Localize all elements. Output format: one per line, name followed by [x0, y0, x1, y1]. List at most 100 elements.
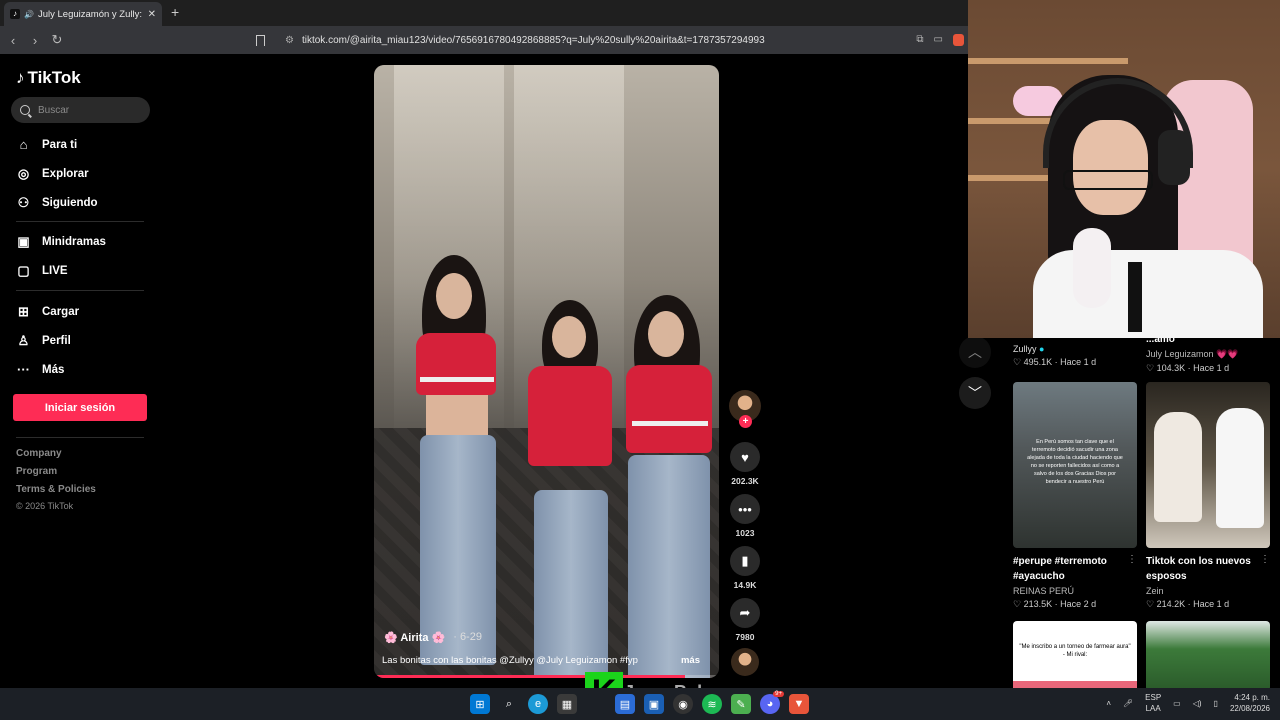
- like-button[interactable]: ♥ 202.3K: [728, 442, 762, 486]
- browser-toolbar: ‹ › ↻ ⚙ tiktok.com/@airita_miau123/video…: [0, 26, 968, 54]
- translate-icon[interactable]: ⧉: [916, 34, 923, 46]
- browser-tab[interactable]: ♪ 🔊 July Leguizamón y Zully: las b ✕: [4, 2, 162, 26]
- forward-icon[interactable]: ›: [24, 33, 46, 48]
- tab-title: July Leguizamón y Zully: las b: [37, 8, 144, 20]
- site-info-icon[interactable]: ⚙: [285, 35, 294, 46]
- footer-terms-link[interactable]: Terms & Policies: [16, 484, 96, 495]
- more-caption-button[interactable]: más: [681, 655, 700, 666]
- creator-avatar-button[interactable]: +: [728, 390, 762, 428]
- tiktok-logo[interactable]: ♪ TikTok: [16, 68, 81, 88]
- network-icon[interactable]: ▭: [1173, 699, 1181, 708]
- speaker-icon[interactable]: 🔊: [24, 10, 34, 19]
- files-icon[interactable]: ▤: [615, 694, 635, 714]
- system-tray: ˄ 🎤︎ ESP LAA ▭ ◁) ▯ 4:24 p. m. 22/08/202…: [1106, 692, 1270, 714]
- nav-siguiendo[interactable]: ⚇ Siguiendo: [16, 195, 98, 211]
- comment-icon[interactable]: •••: [730, 494, 760, 524]
- app-icon[interactable]: ▣: [644, 694, 664, 714]
- bride-figure: [1154, 412, 1202, 522]
- brave-icon[interactable]: ▼: [789, 694, 809, 714]
- rec-title: ...amo: [1146, 338, 1175, 345]
- upload-icon: ⊞: [18, 304, 29, 319]
- nav-cargar[interactable]: ⊞ Cargar: [16, 304, 79, 320]
- video-progress-bar[interactable]: [374, 675, 719, 678]
- heart-icon[interactable]: ♥: [730, 442, 760, 472]
- like-count: 202.3K: [731, 476, 759, 486]
- headset-earcup: [1158, 130, 1190, 185]
- url-text[interactable]: tiktok.com/@airita_miau123/video/7656916…: [302, 35, 765, 46]
- back-icon[interactable]: ‹: [2, 33, 24, 48]
- comment-button[interactable]: ••• 1023: [728, 494, 762, 538]
- rec-title: Tiktok con los nuevos esposos: [1146, 556, 1251, 582]
- shelf: [968, 58, 1128, 64]
- nav-perfil[interactable]: ♙ Perfil: [16, 333, 71, 349]
- volume-icon[interactable]: ◁): [1193, 699, 1202, 708]
- footer-company-link[interactable]: Company: [16, 448, 62, 459]
- nav-para-ti[interactable]: ⌂ Para ti: [16, 137, 78, 152]
- mic-icon[interactable]: 🎤︎: [1123, 699, 1133, 708]
- follow-plus-icon[interactable]: +: [739, 415, 752, 428]
- following-icon: ⚇: [17, 195, 30, 210]
- scroll-down-button[interactable]: ﹀: [959, 377, 991, 409]
- clock[interactable]: 4:24 p. m. 22/08/2026: [1230, 692, 1270, 714]
- sound-avatar[interactable]: [728, 648, 762, 676]
- rec-top-right[interactable]: ...amo July Leguizamon 💗💗 ♡ 104.3K · Hac…: [1146, 338, 1270, 374]
- cast-icon[interactable]: ▭: [934, 34, 943, 46]
- clock-date: 22/08/2026: [1229, 704, 1270, 713]
- windows-taskbar: ⊞ ⌕ e ▦ ▤ ▣ ◉ ≋ ✎ ◕ 9+ ▼ ˄ 🎤︎ ESP LAA ▭ …: [0, 688, 1280, 720]
- notes-icon[interactable]: ✎: [731, 694, 751, 714]
- bookmark-icon[interactable]: [256, 34, 265, 46]
- more-icon: ···: [17, 362, 30, 377]
- more-options-icon[interactable]: ⋮: [1260, 554, 1270, 565]
- store-icon[interactable]: ▦: [557, 694, 577, 714]
- video-caption[interactable]: Las bonitas con las bonitas @Zullyy @Jul…: [382, 655, 638, 666]
- rec-top-left[interactable]: Zullyy ● ♡ 495.1K · Hace 1 d: [1013, 344, 1137, 368]
- save-button[interactable]: ▮ 14.9K: [728, 546, 762, 590]
- rec-author: REINAS PERÚ: [1013, 586, 1075, 596]
- rec-thumbnail[interactable]: [1146, 382, 1270, 548]
- nav-mas[interactable]: ··· Más: [16, 362, 64, 377]
- rec-card-1[interactable]: En Perú somos tan clave que el terremoto…: [1013, 382, 1137, 610]
- nav-live[interactable]: ▢ LIVE: [16, 263, 67, 279]
- rec-card-3[interactable]: "Me inscribo a un torneo de farmear aura…: [1013, 621, 1137, 688]
- bookmark-icon[interactable]: ▮: [730, 546, 760, 576]
- spotify-icon[interactable]: ≋: [702, 694, 722, 714]
- tab-close-button[interactable]: ✕: [148, 9, 156, 20]
- battery-icon[interactable]: ▯: [1214, 699, 1218, 708]
- login-button[interactable]: Iniciar sesión: [13, 394, 147, 421]
- share-button[interactable]: ➦ 7980: [728, 598, 762, 642]
- share-icon[interactable]: ➦: [730, 598, 760, 628]
- video-player[interactable]: 🌸 Airita 🌸 · 6-29 Las bonitas con las bo…: [374, 65, 719, 678]
- search-icon[interactable]: ⌕: [499, 694, 519, 714]
- video-author-row[interactable]: 🌸 Airita 🌸 · 6-29: [384, 631, 482, 644]
- sound-disc-icon[interactable]: [731, 648, 759, 676]
- nav-explorar[interactable]: ◎ Explorar: [16, 166, 89, 182]
- discord-icon[interactable]: ◕ 9+: [760, 691, 784, 714]
- rec-thumbnail[interactable]: En Perú somos tan clave que el terremoto…: [1013, 382, 1137, 548]
- brave-shields-icon[interactable]: [953, 34, 964, 46]
- search-input[interactable]: Buscar: [11, 97, 150, 123]
- more-options-icon[interactable]: ⋮: [1127, 554, 1137, 565]
- home-icon: ⌂: [19, 137, 28, 152]
- language-indicator[interactable]: ESP LAA: [1145, 692, 1161, 714]
- thumb-strip: [1013, 681, 1137, 688]
- new-tab-button[interactable]: +: [171, 4, 179, 20]
- rec-thumbnail[interactable]: [1146, 621, 1270, 688]
- rec-thumbnail[interactable]: "Me inscribo a un torneo de farmear aura…: [1013, 621, 1137, 688]
- address-bar[interactable]: ⚙ tiktok.com/@airita_miau123/video/76569…: [256, 28, 968, 52]
- chevron-up-icon[interactable]: ˄: [1106, 699, 1111, 708]
- scroll-up-button[interactable]: ︿: [959, 336, 991, 368]
- kick-app-icon[interactable]: [586, 694, 606, 714]
- rec-card-4[interactable]: [1146, 621, 1270, 688]
- video-author[interactable]: 🌸 Airita 🌸: [384, 631, 445, 644]
- obs-icon[interactable]: ◉: [673, 694, 693, 714]
- nav-minidramas[interactable]: ▣ Minidramas: [16, 234, 106, 250]
- footer-program-link[interactable]: Program: [16, 466, 57, 477]
- save-count: 14.9K: [733, 580, 757, 590]
- reload-icon[interactable]: ↻: [46, 32, 68, 48]
- rec-card-2[interactable]: Tiktok con los nuevos esposos ⋮ Zein ♡ 2…: [1146, 382, 1270, 610]
- windows-start-icon[interactable]: ⊞: [470, 694, 490, 714]
- dancer-left: [394, 255, 514, 665]
- avatar[interactable]: +: [729, 390, 761, 428]
- edge-icon[interactable]: e: [528, 694, 548, 714]
- recommendations-grid: Zullyy ● ♡ 495.1K · Hace 1 d ...amo July…: [1003, 338, 1280, 688]
